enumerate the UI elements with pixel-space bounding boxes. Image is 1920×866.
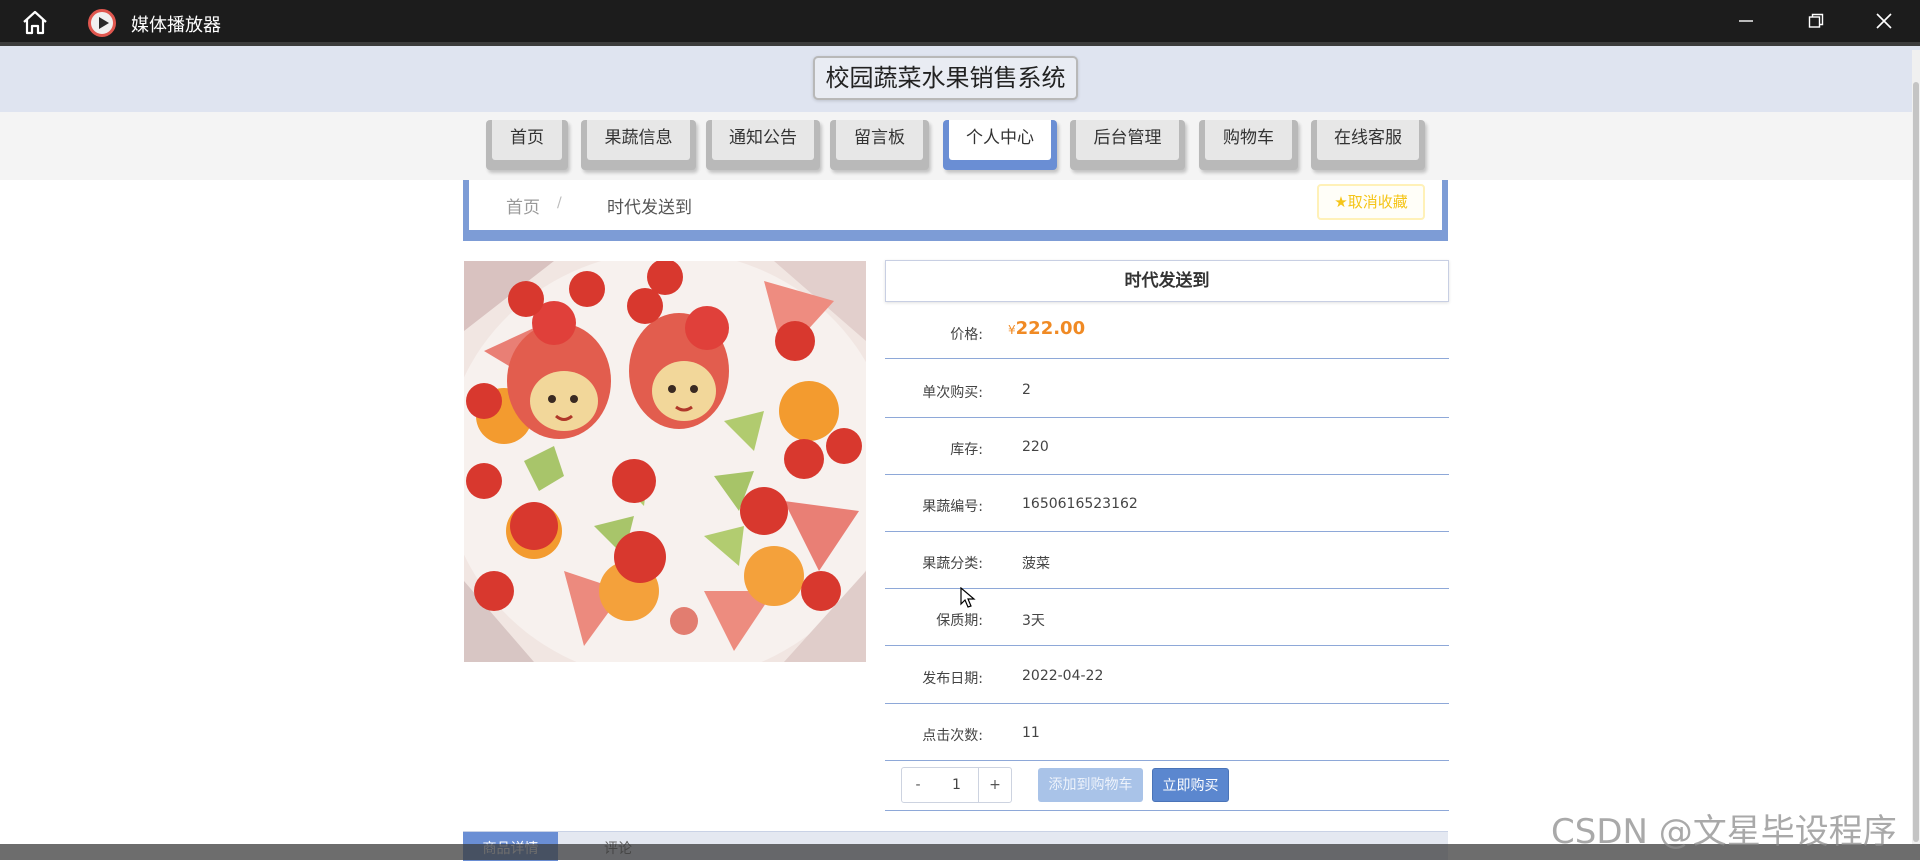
buy-now-button[interactable]: 立即购买 [1152,768,1229,802]
field-value: 220 [1022,439,1049,455]
nav-label: 首页 [492,120,562,160]
field-label: 果蔬分类: [922,556,983,572]
main-nav: 首页 果蔬信息 通知公告 留言板 个人中心 后台管理 购物车 在线客服 [0,112,1920,180]
field-value: 3天 [1022,613,1045,629]
breadcrumb-home[interactable]: 首页 [506,193,540,218]
breadcrumb-separator: / [557,195,562,211]
nav-label: 个人中心 [949,120,1051,160]
star-icon: ★ [1334,193,1348,211]
minimize-button[interactable] [1712,0,1780,42]
price-currency: ¥ [1008,323,1016,337]
window-title: 媒体播放器 [131,15,221,36]
field-value: 2022-04-22 [1022,668,1104,684]
field-value: 1650616523162 [1022,496,1138,512]
nav-label: 果蔬信息 [587,120,690,160]
nav-label: 通知公告 [712,120,814,160]
divider [885,810,1449,811]
field-label: 发布日期: [922,671,983,687]
quantity-input[interactable] [934,767,979,803]
field-value: 菠菜 [1022,556,1050,572]
close-button[interactable] [1850,0,1918,42]
field-row: 果蔬编号: 1650616523162 [885,475,1449,532]
mouse-cursor-icon [960,586,976,613]
field-label: 库存: [950,442,983,458]
nav-home[interactable]: 首页 [486,120,568,170]
media-player-icon [88,9,116,37]
nav-online-service[interactable]: 在线客服 [1311,120,1425,170]
price-amount: 222.00 [1015,318,1086,339]
field-label: 点击次数: [922,728,983,744]
breadcrumb: 首页 / 时代发送到 [463,180,1448,241]
home-icon[interactable] [20,9,52,35]
nav-produce-info[interactable]: 果蔬信息 [581,120,696,170]
field-value: 11 [1022,725,1040,741]
scrollbar-thumb[interactable] [1913,82,1919,842]
field-label: 单次购买: [922,385,983,401]
field-row: 点击次数: 11 [885,704,1449,761]
product-image [464,261,866,662]
nav-label: 留言板 [836,120,923,160]
field-row: 果蔬分类: 菠菜 [885,532,1449,589]
price-label: 价格: [950,327,983,343]
field-row: 发布日期: 2022-04-22 [885,647,1449,704]
nav-label: 后台管理 [1076,120,1179,160]
field-label: 果蔬编号: [922,499,983,515]
product-name: 时代发送到 [885,260,1449,302]
field-value: 2 [1022,382,1031,398]
field-row: 库存: 220 [885,418,1449,475]
nav-label: 购物车 [1205,120,1292,160]
add-to-cart-button[interactable]: 添加到购物车 [1038,768,1143,802]
breadcrumb-current: 时代发送到 [607,198,692,218]
field-label: 保质期: [936,613,983,629]
nav-notices[interactable]: 通知公告 [706,120,820,170]
nav-admin[interactable]: 后台管理 [1070,120,1185,170]
site-title: 校园蔬菜水果销售系统 [813,56,1078,100]
field-row: 单次购买: 2 [885,361,1449,418]
price-row: 价格: ¥222.00 [885,302,1449,359]
unfavorite-button[interactable]: ★取消收藏 [1317,184,1425,220]
restore-button[interactable] [1782,0,1850,42]
window-titlebar: 媒体播放器 [0,0,1920,42]
quantity-decrement-button[interactable]: - [901,767,935,803]
watermark: CSDN @文星毕设程序 [1551,812,1897,852]
nav-label: 在线客服 [1317,120,1419,160]
nav-cart[interactable]: 购物车 [1199,120,1298,170]
unfavorite-label: 取消收藏 [1347,193,1408,211]
nav-personal-center[interactable]: 个人中心 [943,120,1057,170]
nav-message-board[interactable]: 留言板 [830,120,929,170]
site-header: 校园蔬菜水果销售系统 [0,42,1920,112]
quantity-increment-button[interactable]: + [978,767,1012,803]
price-value: ¥222.00 [1008,318,1085,339]
